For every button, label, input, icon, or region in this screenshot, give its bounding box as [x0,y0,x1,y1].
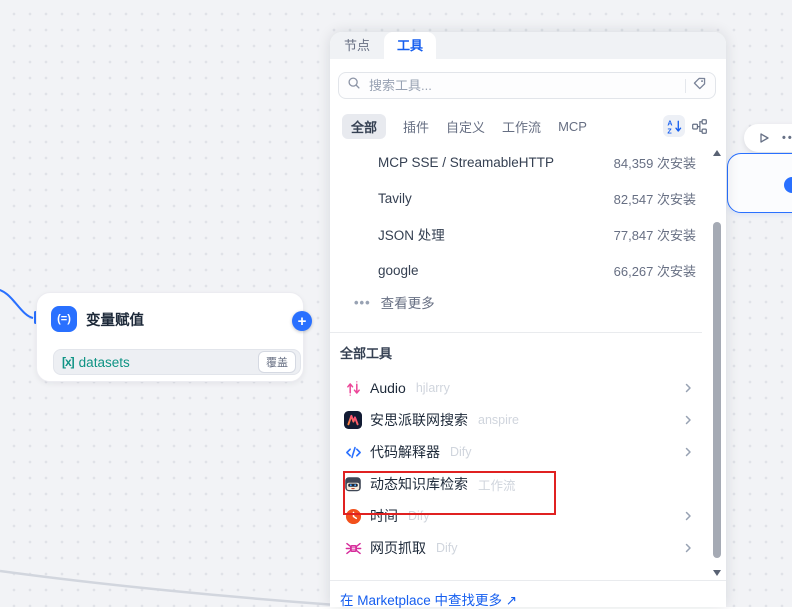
tool-row-audio[interactable]: Audio hjlarry [330,372,702,404]
tool-name: Audio [370,380,406,396]
all-tools-title: 全部工具 [330,345,702,363]
tool-name: 安思派联网搜索 [370,410,468,430]
filter-row: 全部插件自定义工作流 MCP AZ [342,113,712,139]
ellipsis-icon: ••• [354,295,371,310]
tool-provider: hjlarry [416,381,450,395]
see-more-label: 查看更多 [381,292,435,312]
panel-tabs: 节点工具 [330,32,726,59]
robot-icon [344,475,362,493]
tools-panel: 节点工具 全部插件自定义工作流MCP AZ MCP SSE / Streamab… [330,32,726,607]
chevron-right-icon [682,382,694,394]
spider-icon [344,539,362,557]
tool-name: 网页抓取 [370,538,426,558]
filter-mcp[interactable]: MCP [558,119,587,134]
variable-assigner-icon: (=) [51,306,77,332]
search-icon [347,76,361,95]
filter-workflow[interactable]: 工作流 [502,117,541,136]
filter-plugins[interactable]: 插件 [403,117,429,136]
node-connector-handle[interactable] [784,177,792,193]
plugin-row[interactable]: JSON 处理 77,847 次安装 [330,216,702,252]
assigned-variable-row[interactable]: [x] datasets 覆盖 [53,349,301,375]
plugin-installs: 82,547 次安装 [614,189,696,208]
chevron-right-icon [682,542,694,554]
overwrite-badge: 覆盖 [258,351,296,373]
code-icon [344,443,362,461]
svg-text:A: A [667,119,672,127]
tool-row-time[interactable]: 时间 Dify [330,500,702,532]
plugin-installs: 84,359 次安装 [614,153,696,172]
marketplace-link[interactable]: 在 Marketplace 中查找更多 ↗ [340,589,517,609]
selected-node-partial[interactable] [727,153,792,213]
tab-tools[interactable]: 工具 [384,32,436,59]
plugin-name: JSON 处理 [378,224,445,244]
tools-list: Audio hjlarry 安思派联网搜索 anspire 代码解释器 Dify 动态知识库… [330,372,702,564]
tool-provider: Dify [450,445,472,459]
scroll-up-arrow[interactable] [713,150,721,156]
svg-text:Z: Z [667,127,672,134]
plugin-name: google [378,263,419,278]
tab-nodes[interactable]: 节点 [342,32,372,59]
tool-row-dynamic-kb-retrieval[interactable]: 动态知识库检索工作流 [330,468,702,500]
plugin-row[interactable]: Tavily 82,547 次安装 [330,180,702,216]
popular-list: MCP SSE / StreamableHTTP 84,359 次安装 Tavily… [330,144,702,288]
search-input[interactable] [367,77,679,94]
audio-icon [344,379,362,397]
tree-view-icon[interactable] [688,115,710,137]
tool-provider: Dify [436,541,458,555]
variable-icon: [x] [62,355,74,369]
search-box[interactable] [338,72,716,99]
scrollbar [712,148,722,578]
play-icon[interactable] [755,129,773,147]
variable-assigner-node[interactable]: (=) 变量赋值 + [x] datasets 覆盖 [36,292,304,382]
footer-divider [330,580,726,581]
node-mini-toolbar: ••• [744,124,792,152]
chevron-right-icon [682,414,694,426]
chevron-right-icon [682,446,694,458]
filter-custom[interactable]: 自定义 [446,117,485,136]
see-more-button[interactable]: ••• 查看更多 [330,288,702,316]
tool-row-anspire-search[interactable]: 安思派联网搜索 anspire [330,404,702,436]
plugin-name: Tavily [378,191,412,206]
plugin-installs: 66,267 次安装 [614,261,696,280]
variable-name: datasets [79,355,130,370]
tag-filter-icon[interactable] [692,76,707,96]
more-dots-icon[interactable]: ••• [782,133,792,144]
tool-row-web-scraper[interactable]: 网页抓取 Dify [330,532,702,564]
plugin-row[interactable]: MCP SSE / StreamableHTTP 84,359 次安装 [330,144,702,180]
tool-name: 代码解释器 [370,442,440,462]
tool-provider: 工作流 [478,475,516,494]
filter-chips: 全部插件自定义工作流 MCP [342,114,587,139]
anspire-icon [344,411,362,429]
filter-all[interactable]: 全部 [342,114,386,139]
plugin-row[interactable]: google 66,267 次安装 [330,252,702,288]
section-divider [330,332,702,333]
chevron-right-icon [682,510,694,522]
node-title: 变量赋值 [86,309,144,330]
scroll-down-arrow[interactable] [713,570,721,576]
tool-provider: Dify [408,509,430,523]
scrollbar-thumb[interactable] [713,222,721,558]
plugin-name: MCP SSE / StreamableHTTP [378,155,554,170]
add-next-node-button[interactable]: + [292,311,312,331]
search-divider [685,79,686,93]
clock-icon [344,507,362,525]
tool-provider: anspire [478,413,519,427]
tool-row-code-interpreter[interactable]: 代码解释器 Dify [330,436,702,468]
tool-name: 时间 [370,506,398,526]
sort-az-icon[interactable]: AZ [663,115,685,137]
plugin-installs: 77,847 次安装 [614,225,696,244]
tool-name: 动态知识库检索 [370,474,468,494]
